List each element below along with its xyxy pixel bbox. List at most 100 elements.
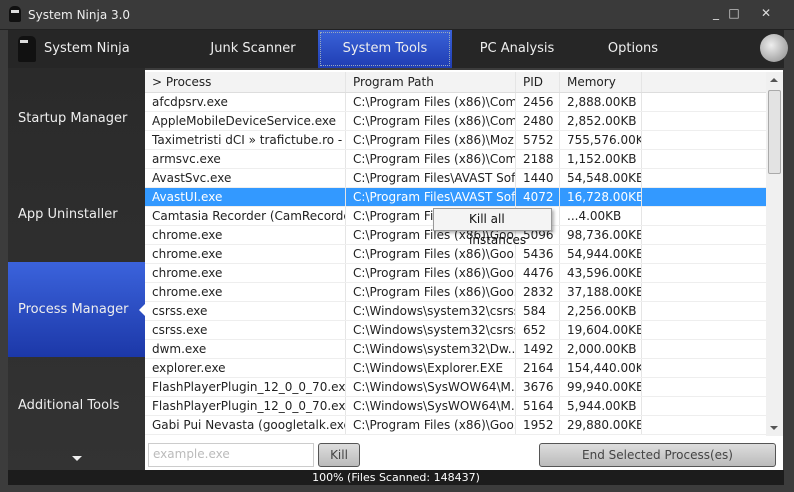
table-row[interactable]: Taximetristi dCI » trafictube.ro - M...C… bbox=[145, 131, 766, 150]
cell-pid: 3676 bbox=[516, 378, 560, 396]
brand-label: System Ninja bbox=[44, 41, 130, 56]
cell-process: chrome.exe bbox=[145, 226, 346, 244]
scrollbar-thumb[interactable] bbox=[768, 90, 781, 174]
cell-pid: 2164 bbox=[516, 359, 560, 377]
cell-memory: 54,944.00KB bbox=[560, 245, 642, 263]
cell-memory: 37,188.00KB bbox=[560, 283, 642, 301]
close-button[interactable]: ✕ bbox=[756, 6, 776, 20]
cell-path: C:\Windows\system32\Dw... bbox=[346, 340, 516, 358]
cell-pid: 1440 bbox=[516, 169, 560, 187]
minimize-button[interactable]: _ bbox=[706, 6, 726, 20]
cell-pid: 1492 bbox=[516, 340, 560, 358]
cell-path: C:\Windows\system32\csrss.... bbox=[346, 321, 516, 339]
sidebar-item-startup-manager[interactable]: Startup Manager bbox=[8, 71, 145, 166]
table-row[interactable]: AppleMobileDeviceService.exe C:\Program F… bbox=[145, 112, 766, 131]
cell-path: C:\Program Files\AVAST Sof... bbox=[346, 188, 516, 206]
cell-pid: 2832 bbox=[516, 283, 560, 301]
cell-path: C:\Program Files (x86)\Goo... bbox=[346, 283, 516, 301]
table-row[interactable]: csrss.exeC:\Windows\system32\csrss....58… bbox=[145, 302, 766, 321]
cell-memory: 2,888.00KB bbox=[560, 93, 642, 111]
cell-path: C:\Program Files\AVAST Sof... bbox=[346, 169, 516, 187]
table-row[interactable]: Gabi Pui Nevasta (googletalk.exe) C:\Prog… bbox=[145, 416, 766, 435]
cell-pid: 2480 bbox=[516, 112, 560, 130]
table-row[interactable]: AvastSvc.exe C:\Program Files\AVAST Sof..… bbox=[145, 169, 766, 188]
table-row[interactable]: chrome.exe C:\Program Files (x86)\Goo... 2… bbox=[145, 283, 766, 302]
maximize-button[interactable]: □ bbox=[724, 6, 744, 20]
cell-memory: 755,576.00KB bbox=[560, 131, 642, 149]
sidebar-item-process-manager[interactable]: Process Manager bbox=[8, 262, 145, 357]
status-bar: 100% (Files Scanned: 148437) bbox=[8, 470, 784, 485]
cell-process: Gabi Pui Nevasta (googletalk.exe) bbox=[145, 416, 346, 434]
process-name-input[interactable]: example.exe bbox=[148, 443, 314, 467]
table-row[interactable]: FlashPlayerPlugin_12_0_0_70.exe C:\Window… bbox=[145, 397, 766, 416]
cell-pid: 4476 bbox=[516, 264, 560, 282]
scroll-down-icon[interactable] bbox=[770, 426, 778, 434]
vertical-scrollbar[interactable] bbox=[766, 72, 783, 436]
cell-path: C:\Program Files (x86)\Mozi... bbox=[346, 131, 516, 149]
process-table: > Process Program Path PID Memory afcdps… bbox=[145, 70, 783, 438]
column-header-process[interactable]: > Process bbox=[145, 72, 346, 92]
tab-junk-scanner[interactable]: Junk Scanner bbox=[188, 30, 318, 68]
menu-item-kill-all-instances[interactable]: Kill all instances bbox=[469, 209, 551, 251]
main-nav: System Ninja Junk Scanner System Tools P… bbox=[8, 30, 788, 68]
table-header: > Process Program Path PID Memory bbox=[145, 72, 766, 93]
table-row[interactable]: afcdpsrv.exe C:\Program Files (x86)\Com..… bbox=[145, 93, 766, 112]
cell-memory: 98,736.00KB bbox=[560, 226, 642, 244]
sidebar-item-app-uninstaller[interactable]: App Uninstaller bbox=[8, 167, 145, 262]
cell-process: chrome.exe bbox=[145, 264, 346, 282]
window-title: System Ninja 3.0 bbox=[28, 8, 131, 22]
cell-path: C:\Program Files (x86)\Com... bbox=[346, 150, 516, 168]
cell-memory: 154,440.00KB bbox=[560, 359, 642, 377]
cell-path: C:\Windows\SysWOW64\M... bbox=[346, 378, 516, 396]
column-header-pid[interactable]: PID bbox=[516, 72, 560, 92]
cell-pid: 1952 bbox=[516, 416, 560, 434]
cell-memory: 54,548.00KB bbox=[560, 169, 642, 187]
context-menu: Kill all instances bbox=[433, 208, 552, 247]
table-row[interactable]: chrome.exe C:\Program Files (x86)\Goo... 5… bbox=[145, 245, 766, 264]
cell-path: C:\Windows\system32\csrss.... bbox=[346, 302, 516, 320]
table-row[interactable]: armsvc.exe C:\Program Files (x86)\Com... 2… bbox=[145, 150, 766, 169]
end-selected-button[interactable]: End Selected Process(es) bbox=[539, 443, 776, 467]
cell-memory: ...4.00KB bbox=[560, 207, 642, 225]
cell-process: csrss.exe bbox=[145, 321, 346, 339]
cell-pid: 2456 bbox=[516, 93, 560, 111]
cell-memory: 2,000.00KB bbox=[560, 340, 642, 358]
cell-pid: 652 bbox=[516, 321, 560, 339]
column-header-memory[interactable]: Memory bbox=[560, 72, 642, 92]
cell-process: chrome.exe bbox=[145, 283, 346, 301]
table-row[interactable]: explorer.exe C:\Windows\Explorer.EXE 2164 1… bbox=[145, 359, 766, 378]
scroll-down-arrow-icon[interactable] bbox=[72, 456, 82, 466]
cell-process: chrome.exe bbox=[145, 245, 346, 263]
cell-process: csrss.exe bbox=[145, 302, 346, 320]
cell-process: Camtasia Recorder (CamRecorder.... bbox=[145, 207, 346, 225]
title-bar: System Ninja 3.0 _ □ ✕ bbox=[0, 0, 794, 30]
table-row[interactable]: chrome.exe C:\Program Files (x86)\Goo... 4… bbox=[145, 264, 766, 283]
flask-icon[interactable] bbox=[760, 34, 788, 62]
tab-options[interactable]: Options bbox=[568, 30, 698, 68]
cell-path: C:\Windows\Explorer.EXE bbox=[346, 359, 516, 377]
table-row[interactable]: AvastUI.exe C:\Program Files\AVAST Sof...… bbox=[145, 188, 766, 207]
cell-pid: 5164 bbox=[516, 397, 560, 415]
cell-process: AvastUI.exe bbox=[145, 188, 346, 206]
cell-pid: 2188 bbox=[516, 150, 560, 168]
table-row[interactable]: FlashPlayerPlugin_12_0_0_70.exe C:\Window… bbox=[145, 378, 766, 397]
column-header-path[interactable]: Program Path bbox=[346, 72, 516, 92]
cell-pid: 4072 bbox=[516, 188, 560, 206]
cell-memory: 1,152.00KB bbox=[560, 150, 642, 168]
table-row[interactable]: csrss.exeC:\Windows\system32\csrss....65… bbox=[145, 321, 766, 340]
sidebar-item-additional-tools[interactable]: Additional Tools bbox=[8, 358, 145, 453]
scroll-up-icon[interactable] bbox=[770, 74, 778, 82]
tab-system-tools[interactable]: System Tools bbox=[318, 30, 452, 68]
ninja-logo-icon bbox=[18, 36, 36, 62]
cell-memory: 16,728.00KB bbox=[560, 188, 642, 206]
app-icon bbox=[9, 6, 21, 22]
cell-path: C:\Windows\SysWOW64\M... bbox=[346, 397, 516, 415]
tab-pc-analysis[interactable]: PC Analysis bbox=[452, 30, 582, 68]
cell-path: C:\Program Files (x86)\Goo... bbox=[346, 264, 516, 282]
cell-process: FlashPlayerPlugin_12_0_0_70.exe bbox=[145, 378, 346, 396]
table-row[interactable]: dwm.exe C:\Windows\system32\Dw... 1492 2,00… bbox=[145, 340, 766, 359]
kill-button[interactable]: Kill bbox=[318, 443, 360, 467]
cell-process: Taximetristi dCI » trafictube.ro - M... bbox=[145, 131, 346, 149]
cell-process: AvastSvc.exe bbox=[145, 169, 346, 187]
cell-memory: 99,940.00KB bbox=[560, 378, 642, 396]
